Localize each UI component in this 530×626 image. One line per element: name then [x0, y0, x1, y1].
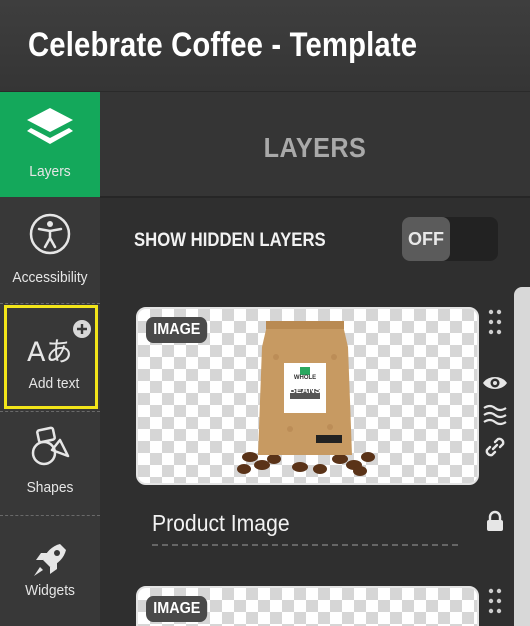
sidebar-item-layers[interactable]: Layers [0, 92, 100, 197]
layer-name-underline [152, 544, 458, 546]
bag-label-line1: WHOLE [293, 375, 317, 381]
blend-waves-icon[interactable] [482, 404, 508, 426]
sidebar-item-label: Shapes [26, 479, 74, 496]
layer-type-badge: IMAGE [146, 317, 208, 343]
drag-handle-icon[interactable] [488, 308, 502, 342]
coffee-bag-image [237, 321, 375, 476]
sidebar-item-label: Widgets [25, 582, 75, 599]
add-text-icon: Aあ [27, 337, 73, 368]
layer-thumbnail[interactable]: WHOLE BEANS IMAGE [136, 307, 479, 485]
bag-label-line2: BEANS [289, 385, 321, 395]
link-icon[interactable] [484, 436, 506, 458]
layers-icon [27, 108, 73, 144]
sidebar-item-label: Accessibility [12, 269, 88, 286]
app-header: Celebrate Coffee - Template [0, 0, 530, 92]
sidebar-item-label: Layers [29, 163, 71, 180]
show-hidden-layers-toggle[interactable]: OFF [402, 217, 498, 261]
lock-icon[interactable] [486, 510, 504, 532]
sidebar-divider [0, 303, 100, 304]
sidebar-item-accessibility[interactable]: Accessibility [0, 197, 100, 300]
layers-panel: LAYERS SHOW HIDDEN LAYERS OFF WHOLE BEAN… [100, 92, 530, 626]
accessibility-icon [29, 213, 71, 255]
layer-name[interactable]: Product Image [152, 510, 290, 537]
toggle-state: OFF [402, 217, 450, 261]
sidebar-item-add-text[interactable]: Aあ Add text [4, 305, 98, 409]
sidebar-item-shapes[interactable]: Shapes [0, 412, 100, 514]
sidebar-item-widgets[interactable]: Widgets [0, 516, 100, 626]
layers-panel-header: LAYERS [100, 92, 530, 198]
template-title: Celebrate Coffee - Template [28, 26, 418, 64]
layer-type-badge: IMAGE [146, 596, 208, 622]
plus-circle-icon [73, 320, 91, 338]
eye-icon[interactable] [482, 374, 508, 392]
layer-thumbnail[interactable]: IMAGE [136, 586, 479, 626]
sidebar: Layers Accessibility Aあ Add text Shapes [0, 92, 100, 626]
panel-title: LAYERS [263, 132, 367, 163]
drag-handle-icon[interactable] [488, 587, 502, 621]
sidebar-item-label: Add text [28, 375, 80, 392]
rocket-icon [34, 544, 66, 576]
show-hidden-layers-label: SHOW HIDDEN LAYERS [134, 230, 326, 251]
scrollbar[interactable] [514, 287, 530, 626]
shapes-icon [31, 426, 70, 466]
